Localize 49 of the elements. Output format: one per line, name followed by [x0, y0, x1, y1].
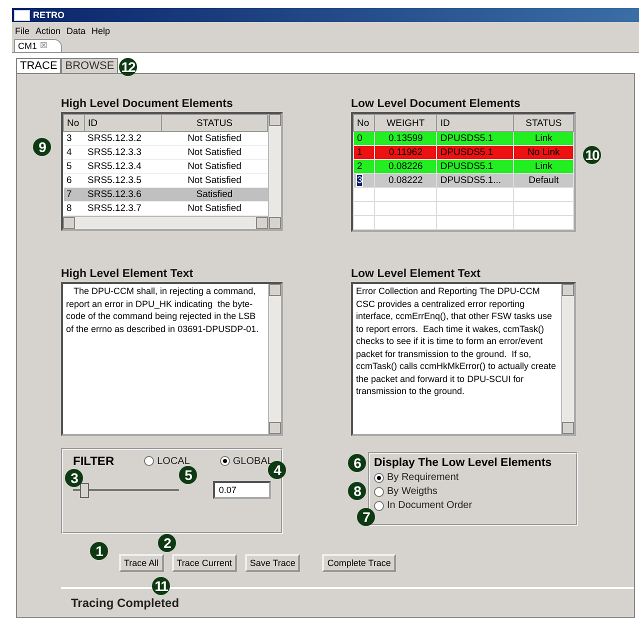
menu-item[interactable]: File: [15, 26, 30, 36]
section-title: High Level Document Elements: [61, 98, 234, 110]
table-cell: Satisfied: [162, 188, 268, 202]
table-cell: SRS5.12.3.4: [84, 160, 162, 174]
action-button[interactable]: Complete Trace: [322, 554, 396, 572]
table-cell: 4: [64, 146, 84, 160]
table-cell: SRS5.12.3.6: [84, 188, 162, 202]
radio-button[interactable]: By Weigths: [374, 486, 572, 497]
table-cell: Not Satisfied: [162, 132, 268, 146]
close-icon[interactable]: ☒: [40, 41, 48, 51]
table-cell: Not Satisfied: [162, 146, 268, 160]
table-cell: SRS5.12.3.3: [84, 146, 162, 160]
tab[interactable]: TRACE: [16, 58, 62, 73]
table-cell: 3: [64, 132, 84, 146]
text-area[interactable]: The DPU-CCM shall, in rejecting a command, report an error in DPU_HK indicating the byte-code of the command being rejected in the LSB of the errno as described in 03691-DPUSDP-01.: [61, 282, 283, 436]
column-header[interactable]: STATUS: [162, 114, 268, 132]
filter-label: FILTER: [73, 454, 114, 468]
table-cell: SRS5.12.3.2: [84, 132, 162, 146]
column-header[interactable]: No: [64, 114, 84, 132]
radio-button[interactable]: In Document Order: [374, 500, 572, 511]
column-header[interactable]: STATUS: [514, 114, 574, 132]
radio-button[interactable]: LOCAL: [144, 456, 190, 466]
input-field[interactable]: 0.07: [212, 481, 271, 499]
action-button[interactable]: Save Trace: [244, 554, 300, 572]
table-cell: 5: [64, 160, 84, 174]
action-button[interactable]: Trace Current: [172, 554, 237, 572]
menu-item[interactable]: Help: [92, 26, 110, 36]
table-cell: Not Satisfied: [162, 160, 268, 174]
action-button[interactable]: Trace All: [119, 554, 164, 572]
section-title: High Level Element Text: [61, 268, 194, 280]
column-header[interactable]: WEIGHT: [374, 114, 437, 132]
table-cell: DPUSDS5.1...: [436, 174, 514, 188]
menu-item[interactable]: Data: [66, 26, 86, 36]
table-cell: 3: [354, 174, 374, 188]
menu-item[interactable]: Action: [36, 26, 61, 36]
text-area[interactable]: Error Collection and Reporting The DPU-CCM CSC provides a centralized error reporting interface, ccmErrEnq(), that other FSW tasks use to report errors. Each time it wakes, ccmTask() checks to see if it is time to form an error/event packet for transmission to the ground. If so, ccmTask() calls ccmHkMkError() to actually create the packet and forward it to DPU-SCUI for transmission to the ground.: [351, 282, 576, 436]
section-title: Low Level Element Text: [351, 268, 482, 280]
editor-tab[interactable]: CM1 ☒: [14, 39, 62, 52]
radio-button[interactable]: By Requirement: [374, 472, 572, 483]
table-cell: 0.08222: [374, 174, 437, 188]
column-header[interactable]: ID: [436, 114, 514, 132]
window-title: RETRO: [33, 10, 64, 20]
column-header[interactable]: No: [354, 114, 374, 132]
panel-title: Display The Low Level Elements: [374, 457, 553, 469]
table-cell: 7: [64, 188, 84, 202]
section-title: Low Level Document Elements: [351, 98, 522, 110]
tab[interactable]: BROWSE: [61, 58, 118, 73]
column-header[interactable]: ID: [84, 114, 162, 132]
table-cell: Default: [514, 174, 574, 188]
